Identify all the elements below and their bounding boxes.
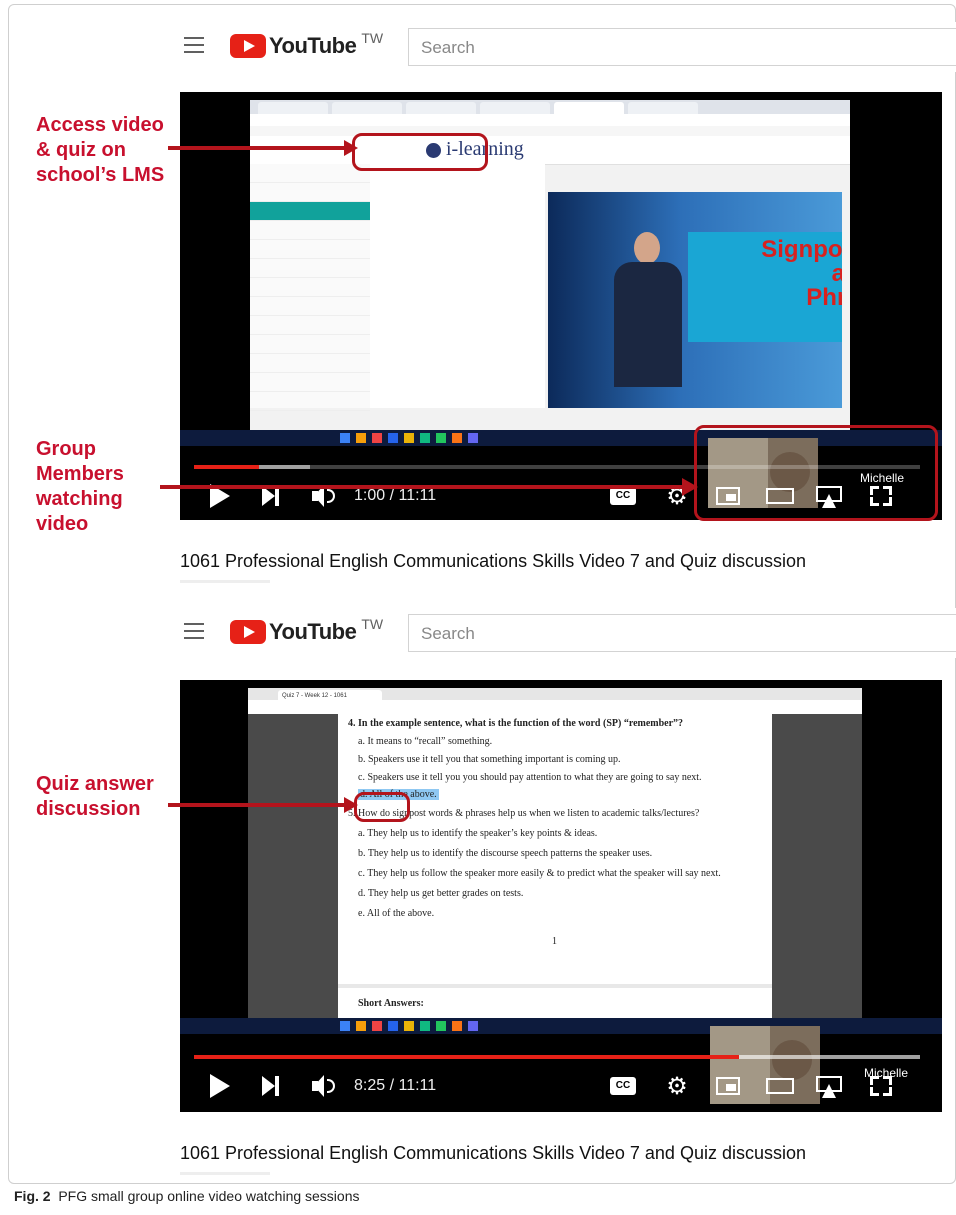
browser-tabs bbox=[250, 100, 850, 114]
lms-sidebar bbox=[250, 164, 371, 411]
cast-icon[interactable] bbox=[816, 1076, 842, 1098]
time-display: 8:25 / 11:11 bbox=[354, 1077, 437, 1094]
caption-text: PFG small group online video watching se… bbox=[58, 1188, 360, 1204]
highlight-box-lms-logo bbox=[352, 133, 488, 171]
search-placeholder: Search bbox=[421, 624, 475, 643]
quiz-q4b: b. Speakers use it tell you that somethi… bbox=[358, 754, 621, 765]
arrow-quiz bbox=[168, 797, 358, 813]
right-gutter bbox=[772, 714, 862, 1018]
annotation-quiz: Quiz answer discussion bbox=[36, 773, 154, 820]
youtube-logo[interactable]: YouTube TW bbox=[230, 616, 383, 646]
youtube-header-bottom: YouTube TW Search bbox=[178, 608, 956, 658]
short-answers-heading: Short Answers: bbox=[358, 998, 424, 1009]
logo-text: YouTube bbox=[269, 619, 357, 644]
arrow-group bbox=[160, 478, 698, 496]
next-icon[interactable] bbox=[262, 1076, 280, 1096]
volume-icon[interactable] bbox=[312, 1075, 336, 1097]
progress-played bbox=[194, 465, 260, 469]
lecture-video: Signpost Words and Phrases bbox=[548, 192, 842, 408]
theater-mode-icon[interactable] bbox=[766, 1078, 794, 1094]
quiz-q4a: a. It means to “recall” something. bbox=[358, 736, 493, 747]
youtube-play-icon bbox=[230, 34, 266, 58]
captions-icon[interactable]: CC bbox=[610, 1077, 636, 1095]
logo-country: TW bbox=[361, 30, 384, 46]
screen-capture-quiz: Quiz 7 - Week 12 - 1061 4. In the exampl… bbox=[248, 688, 862, 1018]
page-number: 1 bbox=[552, 936, 557, 947]
youtube-logo[interactable]: YouTube TW bbox=[230, 30, 383, 60]
quiz-document-page2: Short Answers: bbox=[338, 988, 772, 1018]
quiz-q4: 4. In the example sentence, what is the … bbox=[348, 718, 684, 729]
caption-label: Fig. 2 bbox=[14, 1188, 51, 1204]
left-gutter bbox=[248, 714, 338, 1018]
progress-bar[interactable] bbox=[194, 1055, 920, 1059]
figure-caption: Fig. 2 PFG small group online video watc… bbox=[14, 1188, 360, 1204]
quiz-q5b: b. They help us to identify the discours… bbox=[358, 848, 653, 859]
search-input[interactable]: Search bbox=[408, 614, 956, 652]
highlight-box-answer bbox=[354, 792, 410, 822]
address-bar bbox=[248, 700, 862, 715]
title-underline bbox=[180, 580, 270, 583]
miniplayer-icon[interactable] bbox=[716, 1077, 740, 1095]
youtube-play-icon bbox=[230, 620, 266, 644]
title-underline bbox=[180, 1172, 270, 1175]
quiz-q4c: c. Speakers use it tell you you should p… bbox=[358, 772, 702, 783]
slide-title: Signpost Words and Phrases bbox=[761, 236, 842, 311]
quiz-q5d: d. They help us get better grades on tes… bbox=[358, 888, 524, 899]
menu-icon[interactable] bbox=[184, 623, 204, 639]
settings-icon[interactable]: ⚙ bbox=[666, 1075, 688, 1099]
fullscreen-icon[interactable] bbox=[870, 1076, 892, 1096]
annotation-group: Group Members watching video bbox=[36, 438, 124, 535]
youtube-header-top: YouTube TW Search bbox=[178, 22, 956, 72]
quiz-q5e: e. All of the above. bbox=[358, 908, 435, 919]
video-title-2[interactable]: 1061 Professional English Communications… bbox=[180, 1143, 806, 1164]
windows-taskbar bbox=[180, 1018, 942, 1034]
highlight-box-participants bbox=[694, 425, 938, 521]
annotation-lms: Access video & quiz on school’s LMS bbox=[36, 114, 165, 186]
menu-icon[interactable] bbox=[184, 37, 204, 53]
arrow-lms bbox=[168, 140, 358, 156]
video-player-2[interactable]: Quiz 7 - Week 12 - 1061 4. In the exampl… bbox=[180, 680, 942, 1112]
presenter bbox=[608, 232, 688, 387]
quiz-document: 4. In the example sentence, what is the … bbox=[338, 714, 772, 984]
logo-country: TW bbox=[361, 616, 384, 632]
play-icon[interactable] bbox=[210, 1074, 230, 1098]
quiz-q5a: a. They help us to identify the speaker’… bbox=[358, 828, 598, 839]
search-input[interactable]: Search bbox=[408, 28, 956, 66]
progress-played bbox=[194, 1055, 739, 1059]
player-controls-bg bbox=[180, 1034, 942, 1112]
search-placeholder: Search bbox=[421, 38, 475, 57]
browser-tabs: Quiz 7 - Week 12 - 1061 bbox=[248, 688, 862, 702]
lms-activity-list bbox=[370, 164, 545, 408]
quiz-q5c: c. They help us follow the speaker more … bbox=[358, 868, 721, 879]
logo-text: YouTube bbox=[269, 33, 357, 58]
video-title-1[interactable]: 1061 Professional English Communications… bbox=[180, 551, 806, 572]
